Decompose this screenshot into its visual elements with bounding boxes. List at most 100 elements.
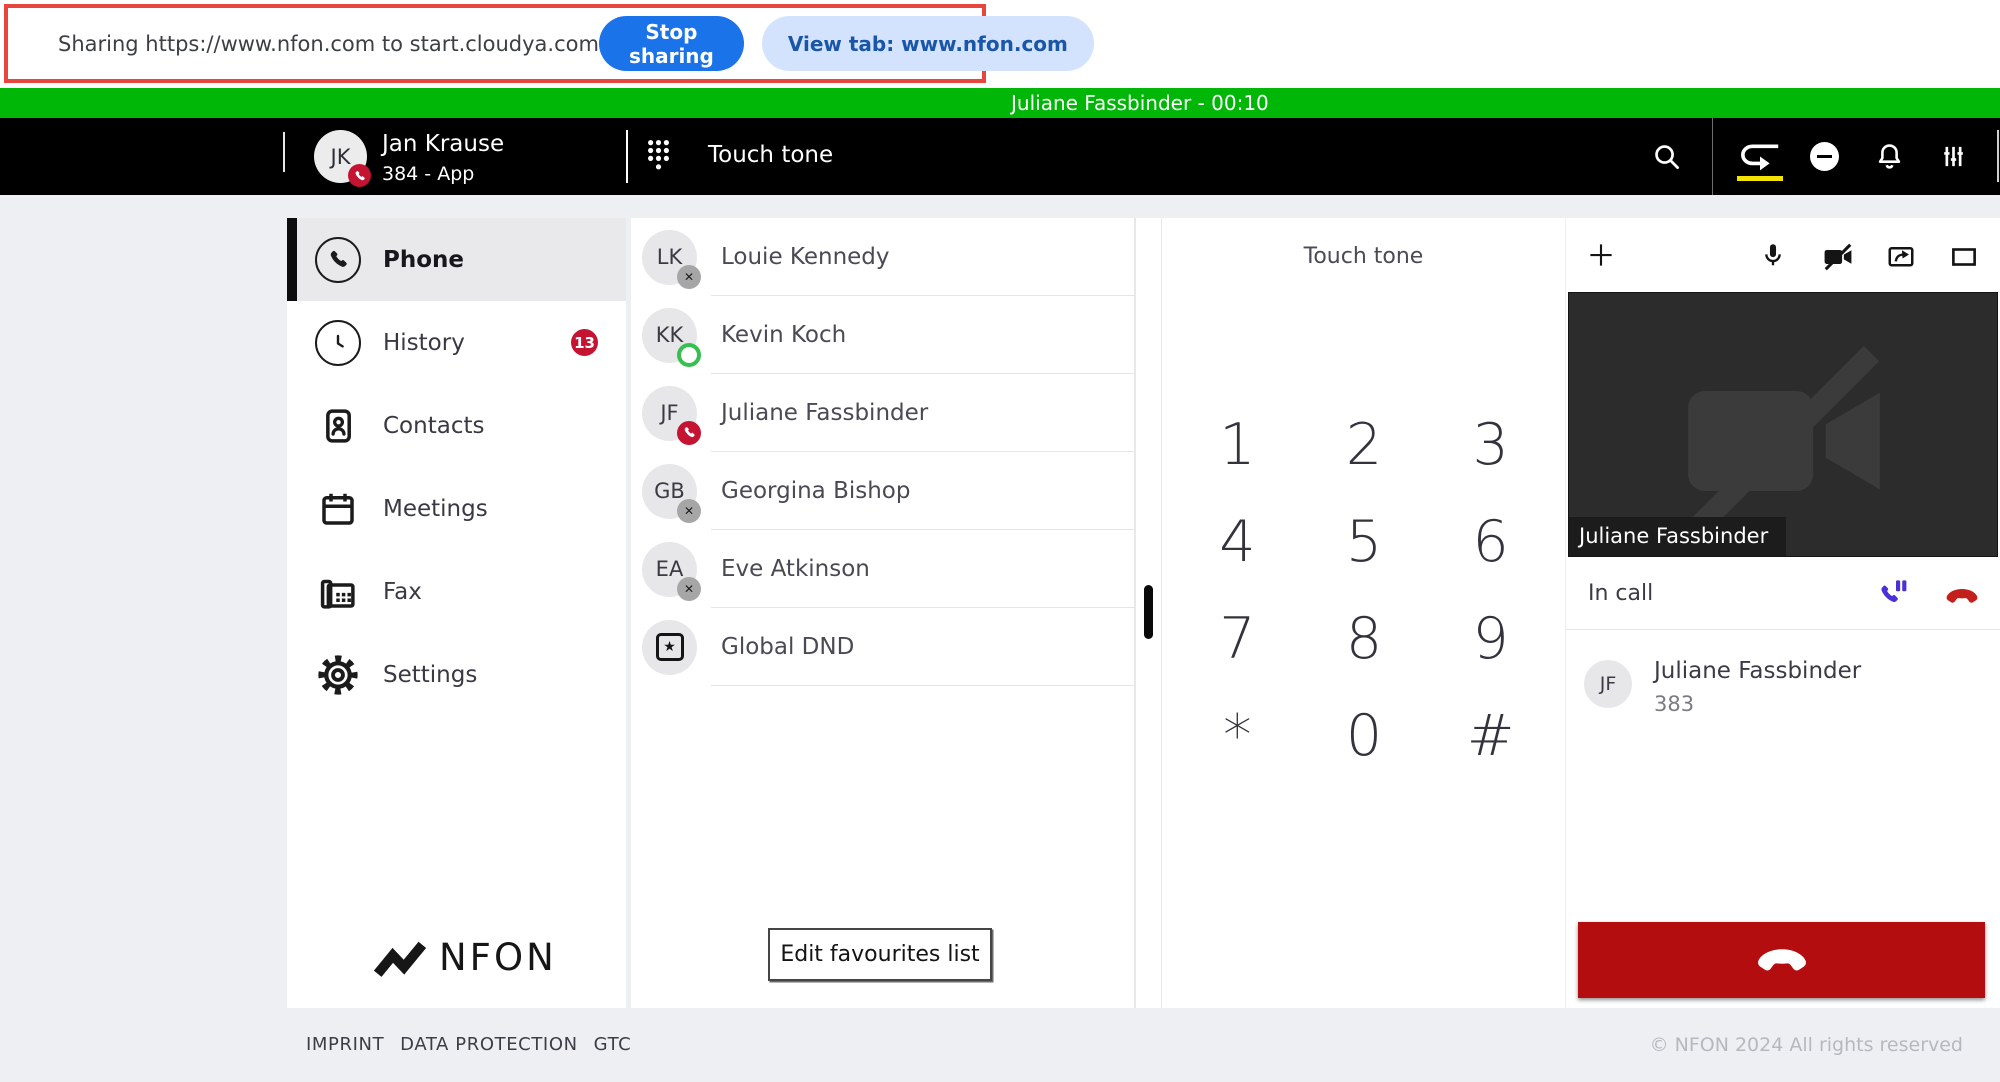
favourite-name: Kevin Koch (721, 322, 846, 348)
dtmf-keypad: 1 2 3 4 5 6 7 8 9 * 0 # (1174, 396, 1554, 784)
sidebar-item-fax[interactable]: Fax (287, 550, 626, 633)
sidebar-item-history[interactable]: History 13 (287, 301, 626, 384)
audio-settings-icon[interactable] (1939, 142, 1968, 171)
share-screen-icon[interactable] (1886, 242, 1916, 272)
footer-copyright: © NFON 2024 All rights reserved (1650, 1034, 1963, 1056)
sidebar-item-label: History (383, 330, 465, 356)
key-9[interactable]: 9 (1427, 590, 1554, 687)
view-tab-button[interactable]: View tab: www.nfon.com (762, 16, 1094, 71)
sidebar-item-label: Contacts (383, 413, 484, 439)
hang-up-icon (1754, 946, 1810, 974)
avatar: KK (642, 308, 697, 363)
sidebar-item-meetings[interactable]: Meetings (287, 467, 626, 550)
notifications-icon[interactable] (1874, 141, 1905, 172)
nfon-logo-text: NFON (439, 936, 557, 979)
sidebar-item-label: Settings (383, 662, 477, 688)
footer-links: IMPRINT DATA PROTECTION GTC (306, 1034, 631, 1055)
call-panel: Juliane Fassbinder In call JF Juliane Fa… (1566, 218, 2000, 1008)
avatar-initials: JF (660, 401, 678, 425)
sidebar-item-label: Meetings (383, 496, 488, 522)
avatar: LK ✕ (642, 230, 697, 285)
avatar-initials: GB (654, 479, 685, 503)
footer-link-gtc[interactable]: GTC (594, 1034, 632, 1055)
footer-link-data-protection[interactable]: DATA PROTECTION (400, 1034, 578, 1055)
hang-up-button[interactable] (1578, 922, 1985, 998)
favourite-row[interactable]: KK Kevin Koch (631, 296, 1134, 374)
user-initials: JK (331, 145, 351, 169)
contact-name: Juliane Fassbinder (1654, 658, 1861, 684)
key-3[interactable]: 3 (1427, 396, 1554, 493)
call-forward-icon[interactable] (1738, 142, 1782, 172)
panel-resize-handle[interactable] (1144, 585, 1153, 639)
nfon-logo: NFON (373, 936, 557, 979)
contact-avatar: JF (1584, 660, 1632, 708)
phone-icon (315, 237, 361, 283)
key-hash[interactable]: # (1427, 687, 1554, 784)
add-participant-icon[interactable] (1586, 240, 1616, 270)
camera-off-icon[interactable] (1821, 243, 1855, 271)
status-offline-badge: ✕ (677, 265, 701, 289)
avatar: EA ✕ (642, 542, 697, 597)
avatar: ★ (642, 620, 697, 675)
key-2[interactable]: 2 (1301, 396, 1428, 493)
avatar-initials: KK (656, 323, 684, 347)
call-status-label: In call (1588, 581, 1653, 606)
contacts-icon (315, 403, 361, 449)
status-online-badge (677, 343, 701, 367)
sidebar-item-label: Phone (383, 247, 464, 273)
contact-number: 383 (1654, 692, 1694, 716)
key-8[interactable]: 8 (1301, 590, 1428, 687)
nfon-logo-mark-icon (373, 937, 427, 979)
microphone-icon[interactable] (1759, 241, 1787, 269)
call-status-row: In call (1566, 557, 2000, 630)
favourite-row[interactable]: EA ✕ Eve Atkinson (631, 530, 1134, 608)
favourite-name: Georgina Bishop (721, 478, 910, 504)
footer-link-imprint[interactable]: IMPRINT (306, 1034, 384, 1055)
key-7[interactable]: 7 (1174, 590, 1301, 687)
user-name: Jan Krause (382, 131, 504, 157)
status-in-call-badge (677, 421, 701, 445)
edit-favourites-button[interactable]: Edit favourites list (768, 928, 992, 981)
stop-sharing-button[interactable]: Stop sharing (599, 16, 744, 71)
key-5[interactable]: 5 (1301, 493, 1428, 590)
do-not-disturb-icon[interactable] (1810, 142, 1839, 171)
key-6[interactable]: 6 (1427, 493, 1554, 590)
calendar-icon (315, 486, 361, 532)
avatar: GB ✕ (642, 464, 697, 519)
share-message: Sharing https://www.nfon.com to start.cl… (58, 32, 599, 56)
user-extension: 384 - App (382, 163, 474, 185)
app-header: JK Jan Krause 384 - App Touch tone (0, 118, 2000, 195)
avatar-initials: LK (657, 245, 682, 269)
hold-call-icon[interactable] (1878, 579, 1908, 609)
active-call-banner[interactable]: Juliane Fassbinder - 00:10 (0, 88, 2000, 118)
favourite-row[interactable]: JF Juliane Fassbinder (631, 374, 1134, 452)
video-participant-label: Juliane Fassbinder (1569, 517, 1786, 556)
active-call-banner-text: Juliane Fassbinder - 00:10 (1011, 88, 1269, 118)
history-count-badge: 13 (571, 329, 598, 356)
call-forward-active-underline (1737, 176, 1783, 181)
favourite-row[interactable]: LK ✕ Louie Kennedy (631, 218, 1134, 296)
key-4[interactable]: 4 (1174, 493, 1301, 590)
search-icon[interactable] (1651, 141, 1682, 172)
avatar-initials: EA (656, 557, 684, 581)
header-divider-right (1997, 130, 1999, 182)
window-mode-icon[interactable] (1949, 242, 1979, 272)
share-notification-box: Sharing https://www.nfon.com to start.cl… (4, 4, 986, 83)
avatar-initials: JF (1600, 673, 1617, 695)
history-clock-icon (315, 320, 361, 366)
favourite-row-global-dnd[interactable]: ★ Global DND (631, 608, 1134, 686)
cloudya-app-screen: Sharing https://www.nfon.com to start.cl… (0, 0, 2000, 1082)
gear-icon (315, 652, 361, 698)
header-divider-left (283, 132, 285, 172)
sidebar-item-settings[interactable]: Settings (287, 633, 626, 716)
hang-up-icon[interactable] (1944, 587, 1980, 605)
key-0[interactable]: 0 (1301, 687, 1428, 784)
key-star[interactable]: * (1174, 687, 1301, 784)
key-1[interactable]: 1 (1174, 396, 1301, 493)
remote-video-tile: Juliane Fassbinder (1568, 292, 1998, 557)
sidebar-item-phone[interactable]: Phone (287, 218, 626, 301)
sidebar: Phone History 13 Contacts Meetings Fax S… (287, 218, 626, 1008)
favourite-row[interactable]: GB ✕ Georgina Bishop (631, 452, 1134, 530)
sidebar-item-contacts[interactable]: Contacts (287, 384, 626, 467)
camera-disabled-icon (1664, 341, 1904, 541)
